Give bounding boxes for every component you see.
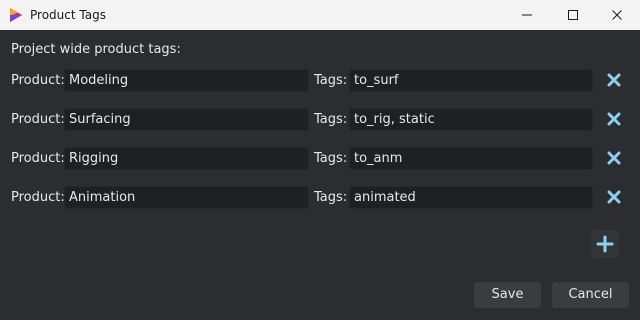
remove-row-button[interactable] (600, 106, 628, 132)
maximize-button[interactable] (550, 0, 596, 30)
tags-field[interactable]: to_rig, static (349, 108, 593, 131)
tags-label: Tags: (314, 151, 348, 166)
product-label: Product: (11, 112, 65, 127)
product-tag-row: Product: Modeling Tags: to_surf (0, 69, 640, 93)
close-x-icon (607, 151, 621, 165)
remove-row-button[interactable] (600, 145, 628, 171)
minimize-button[interactable] (504, 0, 550, 30)
product-tags-dialog: Product Tags Project wide product tags: … (0, 0, 640, 320)
close-icon (612, 10, 622, 20)
tags-label: Tags: (314, 190, 348, 205)
product-field[interactable]: Surfacing (64, 108, 309, 131)
app-logo-icon (10, 8, 22, 22)
tags-label: Tags: (314, 112, 348, 127)
save-button[interactable]: Save (474, 282, 541, 308)
maximize-icon (568, 10, 578, 20)
close-window-button[interactable] (594, 0, 640, 30)
plus-icon (596, 235, 614, 253)
product-tag-row: Product: Surfacing Tags: to_rig, static (0, 108, 640, 132)
tags-field[interactable]: to_surf (349, 69, 593, 92)
cancel-button[interactable]: Cancel (552, 282, 629, 308)
product-field[interactable]: Animation (64, 186, 309, 209)
section-heading: Project wide product tags: (11, 42, 181, 57)
product-label: Product: (11, 151, 65, 166)
remove-row-button[interactable] (600, 67, 628, 93)
product-label: Product: (11, 73, 65, 88)
product-field[interactable]: Rigging (64, 147, 309, 170)
window-title: Product Tags (30, 8, 106, 22)
tags-field[interactable]: animated (349, 186, 593, 209)
tags-label: Tags: (314, 73, 348, 88)
close-x-icon (607, 190, 621, 204)
product-tag-row: Product: Rigging Tags: to_anm (0, 147, 640, 171)
title-bar: Product Tags (0, 0, 640, 30)
close-x-icon (607, 112, 621, 126)
product-field[interactable]: Modeling (64, 69, 309, 92)
product-label: Product: (11, 190, 65, 205)
add-row-button[interactable] (591, 230, 619, 258)
product-tag-row: Product: Animation Tags: animated (0, 186, 640, 210)
close-x-icon (607, 73, 621, 87)
tags-field[interactable]: to_anm (349, 147, 593, 170)
remove-row-button[interactable] (600, 184, 628, 210)
minimize-icon (522, 14, 532, 16)
